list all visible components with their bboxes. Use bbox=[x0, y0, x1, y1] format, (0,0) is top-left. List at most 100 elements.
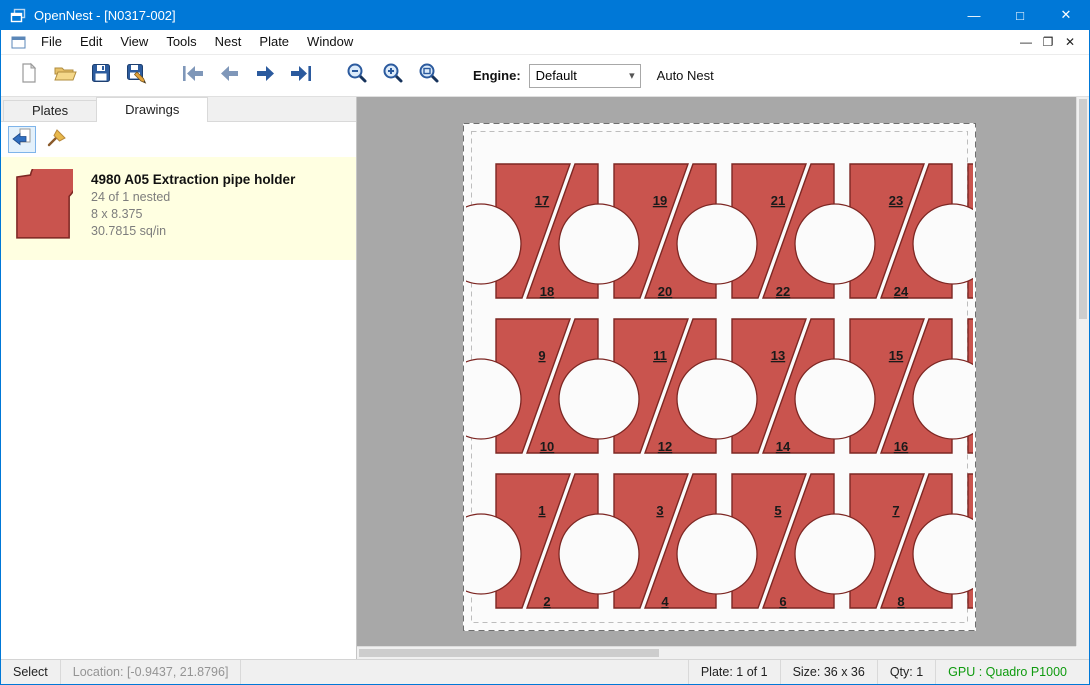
menu-bar: File Edit View Tools Nest Plate Window —… bbox=[1, 30, 1089, 55]
mdi-restore-button[interactable]: ❐ bbox=[1037, 35, 1059, 49]
auto-nest-toggle[interactable]: Auto Nest bbox=[657, 68, 714, 83]
send-to-plates-button[interactable] bbox=[8, 126, 36, 153]
part-number-label: 11 bbox=[653, 348, 667, 363]
part-notch bbox=[795, 514, 875, 594]
document-icon bbox=[11, 36, 26, 49]
sidebar: Plates Drawings bbox=[1, 97, 357, 659]
part-number-label: 20 bbox=[658, 284, 672, 299]
horizontal-scrollbar-thumb[interactable] bbox=[359, 649, 659, 657]
plate[interactable]: 171921231820222491113151012141613572468 bbox=[463, 123, 976, 631]
open-button[interactable] bbox=[47, 59, 83, 93]
drawing-nested-count: 24 of 1 nested bbox=[91, 189, 295, 206]
next-plate-button[interactable] bbox=[247, 59, 283, 93]
part-notch bbox=[677, 514, 757, 594]
minimize-button[interactable]: — bbox=[951, 0, 997, 30]
part-number-label: 13 bbox=[771, 348, 785, 363]
mdi-minimize-button[interactable]: — bbox=[1015, 35, 1037, 49]
engine-select[interactable]: Default ▾ bbox=[529, 64, 641, 88]
engine-selected-value: Default bbox=[536, 68, 577, 83]
part-notch bbox=[559, 359, 639, 439]
zoom-fit-icon bbox=[418, 62, 440, 89]
part-number-label: 4 bbox=[661, 594, 669, 609]
title-bar: OpenNest - [N0317-002] — □ ✕ bbox=[1, 0, 1089, 30]
part-number-label: 24 bbox=[894, 284, 909, 299]
menu-item-tools[interactable]: Tools bbox=[157, 30, 205, 54]
last-arrow-icon bbox=[290, 64, 312, 88]
menu-item-view[interactable]: View bbox=[111, 30, 157, 54]
part-number-label: 22 bbox=[776, 284, 790, 299]
window-title: OpenNest - [N0317-002] bbox=[34, 8, 176, 23]
horizontal-scrollbar[interactable] bbox=[357, 646, 1076, 659]
blue-arrow-page-icon bbox=[12, 127, 32, 152]
part-number-label: 21 bbox=[771, 193, 785, 208]
zoom-in-icon bbox=[382, 62, 404, 89]
clear-nest-button[interactable] bbox=[43, 126, 71, 153]
zoom-in-button[interactable] bbox=[375, 59, 411, 93]
status-mode: Select bbox=[1, 660, 61, 684]
save-as-button[interactable] bbox=[119, 59, 155, 93]
nest-canvas[interactable]: 171921231820222491113151012141613572468 bbox=[357, 97, 1089, 659]
part-notch bbox=[795, 359, 875, 439]
zoom-out-icon bbox=[346, 62, 368, 89]
status-bar: Select Location: [-0.9437, 21.8796] Plat… bbox=[1, 659, 1089, 684]
part-number-label: 5 bbox=[774, 503, 781, 518]
previous-plate-button[interactable] bbox=[211, 59, 247, 93]
first-arrow-icon bbox=[182, 64, 204, 88]
status-qty: Qty: 1 bbox=[877, 660, 935, 684]
main-toolbar: Engine: Default ▾ Auto Nest bbox=[1, 55, 1089, 97]
status-gpu: GPU : Quadro P1000 bbox=[935, 660, 1079, 684]
part-notch bbox=[677, 204, 757, 284]
part-number-label: 10 bbox=[540, 439, 554, 454]
tab-plates[interactable]: Plates bbox=[3, 100, 97, 121]
chevron-down-icon: ▾ bbox=[629, 69, 635, 82]
part-notch bbox=[677, 359, 757, 439]
menu-item-edit[interactable]: Edit bbox=[71, 30, 111, 54]
drawing-size: 8 x 8.375 bbox=[91, 206, 295, 223]
status-size: Size: 36 x 36 bbox=[780, 660, 877, 684]
zoom-out-button[interactable] bbox=[339, 59, 375, 93]
vertical-scrollbar-thumb[interactable] bbox=[1079, 99, 1087, 319]
zoom-fit-button[interactable] bbox=[411, 59, 447, 93]
part-number-label: 16 bbox=[894, 439, 908, 454]
menu-item-nest[interactable]: Nest bbox=[206, 30, 251, 54]
drawing-area: 30.7815 sq/in bbox=[91, 223, 295, 240]
last-plate-button[interactable] bbox=[283, 59, 319, 93]
drawing-list-item[interactable]: 4980 A05 Extraction pipe holder 24 of 1 … bbox=[1, 157, 356, 260]
content-area: Plates Drawings bbox=[1, 97, 1089, 659]
part-number-label: 12 bbox=[658, 439, 672, 454]
part-number-label: 8 bbox=[897, 594, 904, 609]
previous-arrow-icon bbox=[219, 64, 240, 88]
maximize-button[interactable]: □ bbox=[997, 0, 1043, 30]
first-plate-button[interactable] bbox=[175, 59, 211, 93]
scrollbar-corner bbox=[1076, 646, 1089, 659]
engine-label: Engine: bbox=[473, 68, 521, 83]
tab-drawings[interactable]: Drawings bbox=[96, 97, 208, 122]
drawing-title: 4980 A05 Extraction pipe holder bbox=[91, 171, 295, 189]
save-icon bbox=[91, 63, 111, 88]
menu-item-file[interactable]: File bbox=[32, 30, 71, 54]
part-number-label: 1 bbox=[538, 503, 545, 518]
menu-item-window[interactable]: Window bbox=[298, 30, 362, 54]
open-folder-icon bbox=[54, 64, 77, 87]
close-button[interactable]: ✕ bbox=[1043, 0, 1089, 30]
part-number-label: 18 bbox=[540, 284, 554, 299]
part-number-label: 3 bbox=[656, 503, 663, 518]
mdi-close-button[interactable]: ✕ bbox=[1059, 35, 1081, 49]
app-icon bbox=[10, 8, 26, 23]
sidebar-tabstrip: Plates Drawings bbox=[1, 97, 356, 122]
next-arrow-icon bbox=[255, 64, 276, 88]
part-number-label: 15 bbox=[889, 348, 903, 363]
vertical-scrollbar[interactable] bbox=[1076, 97, 1089, 646]
part-thumbnail bbox=[15, 169, 73, 248]
part-number-label: 14 bbox=[776, 439, 791, 454]
app-window: OpenNest - [N0317-002] — □ ✕ File Edit V… bbox=[0, 0, 1090, 685]
part-notch bbox=[559, 204, 639, 284]
part-notch bbox=[795, 204, 875, 284]
save-button[interactable] bbox=[83, 59, 119, 93]
broom-icon bbox=[46, 126, 68, 153]
part-number-label: 17 bbox=[535, 193, 549, 208]
new-button[interactable] bbox=[11, 59, 47, 93]
menu-item-plate[interactable]: Plate bbox=[250, 30, 298, 54]
part-number-label: 23 bbox=[889, 193, 903, 208]
save-edit-icon bbox=[126, 63, 148, 89]
